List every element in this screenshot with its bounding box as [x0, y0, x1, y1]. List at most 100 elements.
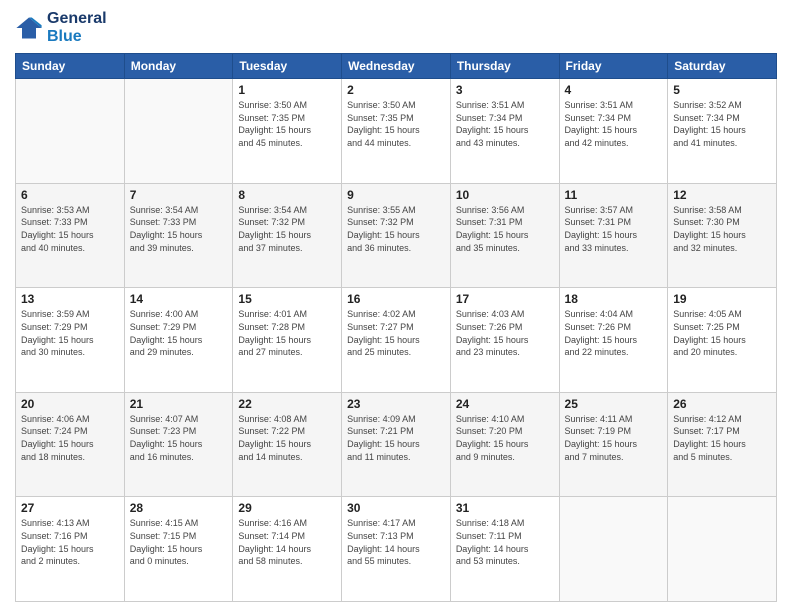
day-info: Sunrise: 4:01 AM Sunset: 7:28 PM Dayligh…: [238, 308, 336, 358]
day-number: 22: [238, 397, 336, 411]
calendar-cell: 27 Sunrise: 4:13 AM Sunset: 7:16 PM Dayli…: [16, 497, 125, 602]
calendar-cell: 2 Sunrise: 3:50 AM Sunset: 7:35 PM Daylig…: [342, 79, 451, 184]
calendar-cell: 18 Sunrise: 4:04 AM Sunset: 7:26 PM Dayli…: [559, 288, 668, 393]
day-number: 27: [21, 501, 119, 515]
calendar-cell: 5Sunrise: 3:52 AM Sunset: 7:34 PM Daylig…: [668, 79, 777, 184]
day-info: Sunrise: 4:10 AM Sunset: 7:20 PM Dayligh…: [456, 413, 554, 463]
day-number: 26: [673, 397, 771, 411]
day-number: 10: [456, 188, 554, 202]
day-number: 8: [238, 188, 336, 202]
calendar-cell: 14 Sunrise: 4:00 AM Sunset: 7:29 PM Dayli…: [124, 288, 233, 393]
calendar-cell: 29 Sunrise: 4:16 AM Sunset: 7:14 PM Dayli…: [233, 497, 342, 602]
day-number: 3: [456, 83, 554, 97]
day-number: 31: [456, 501, 554, 515]
week-row-5: 27 Sunrise: 4:13 AM Sunset: 7:16 PM Dayli…: [16, 497, 777, 602]
calendar-cell: [124, 79, 233, 184]
calendar-cell: 31Sunrise: 4:18 AM Sunset: 7:11 PM Dayli…: [450, 497, 559, 602]
weekday-header-wednesday: Wednesday: [342, 54, 451, 79]
day-number: 11: [565, 188, 663, 202]
calendar-cell: 8Sunrise: 3:54 AM Sunset: 7:32 PM Daylig…: [233, 183, 342, 288]
weekday-header-saturday: Saturday: [668, 54, 777, 79]
day-number: 1: [238, 83, 336, 97]
day-number: 7: [130, 188, 228, 202]
day-info: Sunrise: 4:03 AM Sunset: 7:26 PM Dayligh…: [456, 308, 554, 358]
calendar-table: SundayMondayTuesdayWednesdayThursdayFrid…: [15, 53, 777, 602]
calendar-cell: 4 Sunrise: 3:51 AM Sunset: 7:34 PM Daylig…: [559, 79, 668, 184]
calendar-cell: 12Sunrise: 3:58 AM Sunset: 7:30 PM Dayli…: [668, 183, 777, 288]
day-info: Sunrise: 3:51 AM Sunset: 7:34 PM Dayligh…: [456, 99, 554, 149]
day-number: 21: [130, 397, 228, 411]
calendar-cell: [668, 497, 777, 602]
day-number: 6: [21, 188, 119, 202]
day-info: Sunrise: 3:51 AM Sunset: 7:34 PM Dayligh…: [565, 99, 663, 149]
day-number: 13: [21, 292, 119, 306]
day-info: Sunrise: 3:56 AM Sunset: 7:31 PM Dayligh…: [456, 204, 554, 254]
calendar-cell: 10 Sunrise: 3:56 AM Sunset: 7:31 PM Dayli…: [450, 183, 559, 288]
calendar-cell: 15 Sunrise: 4:01 AM Sunset: 7:28 PM Dayli…: [233, 288, 342, 393]
calendar-cell: 1 Sunrise: 3:50 AM Sunset: 7:35 PM Daylig…: [233, 79, 342, 184]
logo-icon: [15, 14, 43, 42]
calendar-cell: 7 Sunrise: 3:54 AM Sunset: 7:33 PM Daylig…: [124, 183, 233, 288]
day-info: Sunrise: 3:50 AM Sunset: 7:35 PM Dayligh…: [347, 99, 445, 149]
weekday-header-thursday: Thursday: [450, 54, 559, 79]
calendar-cell: 23Sunrise: 4:09 AM Sunset: 7:21 PM Dayli…: [342, 392, 451, 497]
calendar-cell: 3 Sunrise: 3:51 AM Sunset: 7:34 PM Daylig…: [450, 79, 559, 184]
calendar-cell: 24 Sunrise: 4:10 AM Sunset: 7:20 PM Dayli…: [450, 392, 559, 497]
day-info: Sunrise: 4:15 AM Sunset: 7:15 PM Dayligh…: [130, 517, 228, 567]
calendar-cell: 26 Sunrise: 4:12 AM Sunset: 7:17 PM Dayli…: [668, 392, 777, 497]
day-number: 18: [565, 292, 663, 306]
day-number: 4: [565, 83, 663, 97]
calendar-cell: 6Sunrise: 3:53 AM Sunset: 7:33 PM Daylig…: [16, 183, 125, 288]
day-number: 20: [21, 397, 119, 411]
calendar-cell: 25 Sunrise: 4:11 AM Sunset: 7:19 PM Dayli…: [559, 392, 668, 497]
day-info: Sunrise: 4:05 AM Sunset: 7:25 PM Dayligh…: [673, 308, 771, 358]
day-info: Sunrise: 3:58 AM Sunset: 7:30 PM Dayligh…: [673, 204, 771, 254]
calendar-cell: [16, 79, 125, 184]
day-number: 28: [130, 501, 228, 515]
weekday-header-monday: Monday: [124, 54, 233, 79]
week-row-3: 13Sunrise: 3:59 AM Sunset: 7:29 PM Dayli…: [16, 288, 777, 393]
day-number: 25: [565, 397, 663, 411]
day-info: Sunrise: 4:00 AM Sunset: 7:29 PM Dayligh…: [130, 308, 228, 358]
day-info: Sunrise: 3:54 AM Sunset: 7:33 PM Dayligh…: [130, 204, 228, 254]
weekday-header-row: SundayMondayTuesdayWednesdayThursdayFrid…: [16, 54, 777, 79]
weekday-header-tuesday: Tuesday: [233, 54, 342, 79]
calendar-cell: 16 Sunrise: 4:02 AM Sunset: 7:27 PM Dayli…: [342, 288, 451, 393]
day-number: 14: [130, 292, 228, 306]
day-number: 19: [673, 292, 771, 306]
day-number: 2: [347, 83, 445, 97]
calendar-cell: 9Sunrise: 3:55 AM Sunset: 7:32 PM Daylig…: [342, 183, 451, 288]
day-number: 29: [238, 501, 336, 515]
calendar-cell: 13Sunrise: 3:59 AM Sunset: 7:29 PM Dayli…: [16, 288, 125, 393]
calendar-cell: 20Sunrise: 4:06 AM Sunset: 7:24 PM Dayli…: [16, 392, 125, 497]
week-row-1: 1 Sunrise: 3:50 AM Sunset: 7:35 PM Daylig…: [16, 79, 777, 184]
calendar-cell: 30Sunrise: 4:17 AM Sunset: 7:13 PM Dayli…: [342, 497, 451, 602]
day-number: 24: [456, 397, 554, 411]
week-row-2: 6Sunrise: 3:53 AM Sunset: 7:33 PM Daylig…: [16, 183, 777, 288]
day-info: Sunrise: 3:57 AM Sunset: 7:31 PM Dayligh…: [565, 204, 663, 254]
day-info: Sunrise: 4:11 AM Sunset: 7:19 PM Dayligh…: [565, 413, 663, 463]
calendar-cell: [559, 497, 668, 602]
day-info: Sunrise: 4:07 AM Sunset: 7:23 PM Dayligh…: [130, 413, 228, 463]
day-info: Sunrise: 3:50 AM Sunset: 7:35 PM Dayligh…: [238, 99, 336, 149]
calendar-cell: 21 Sunrise: 4:07 AM Sunset: 7:23 PM Dayli…: [124, 392, 233, 497]
day-info: Sunrise: 4:02 AM Sunset: 7:27 PM Dayligh…: [347, 308, 445, 358]
day-number: 15: [238, 292, 336, 306]
calendar-cell: 19 Sunrise: 4:05 AM Sunset: 7:25 PM Dayli…: [668, 288, 777, 393]
day-number: 5: [673, 83, 771, 97]
day-number: 30: [347, 501, 445, 515]
weekday-header-sunday: Sunday: [16, 54, 125, 79]
day-info: Sunrise: 4:13 AM Sunset: 7:16 PM Dayligh…: [21, 517, 119, 567]
logo: General Blue: [15, 10, 107, 45]
day-info: Sunrise: 4:08 AM Sunset: 7:22 PM Dayligh…: [238, 413, 336, 463]
day-info: Sunrise: 4:16 AM Sunset: 7:14 PM Dayligh…: [238, 517, 336, 567]
day-info: Sunrise: 4:12 AM Sunset: 7:17 PM Dayligh…: [673, 413, 771, 463]
day-info: Sunrise: 4:04 AM Sunset: 7:26 PM Dayligh…: [565, 308, 663, 358]
day-number: 16: [347, 292, 445, 306]
calendar-cell: 11 Sunrise: 3:57 AM Sunset: 7:31 PM Dayli…: [559, 183, 668, 288]
logo-text: General Blue: [47, 10, 107, 45]
day-number: 9: [347, 188, 445, 202]
calendar-cell: 28 Sunrise: 4:15 AM Sunset: 7:15 PM Dayli…: [124, 497, 233, 602]
calendar-page: General Blue SundayMondayTuesdayWednesda…: [0, 0, 792, 612]
calendar-cell: 22 Sunrise: 4:08 AM Sunset: 7:22 PM Dayli…: [233, 392, 342, 497]
